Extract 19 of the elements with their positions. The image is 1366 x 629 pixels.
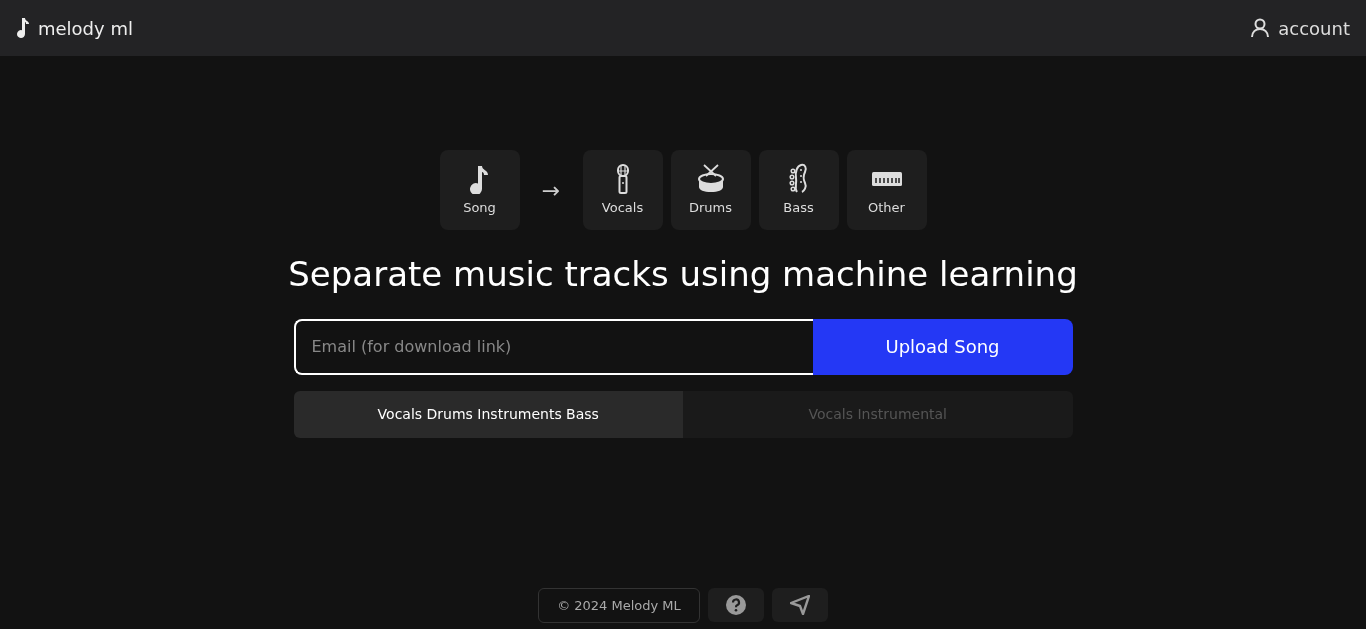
stem-label: Drums [689, 199, 732, 218]
copyright-text: © 2024 Melody ML [538, 587, 700, 623]
mode-tab[interactable]: Vocals Drums Instruments Bass [293, 390, 683, 438]
email-field[interactable]: Email (for download link) [293, 318, 813, 375]
paper-plane-icon [789, 594, 810, 615]
headline: Separate music tracks using machine learning [288, 254, 1078, 295]
stem-label: Other [868, 199, 905, 218]
help-icon [725, 594, 746, 615]
music-note-icon [16, 17, 30, 39]
account-link[interactable]: account [1250, 14, 1350, 42]
arrow: → [540, 176, 562, 205]
help-button[interactable] [707, 587, 764, 622]
stem-label: Bass [783, 199, 814, 218]
stem-label: Vocals [601, 199, 644, 218]
send-button[interactable] [771, 587, 828, 622]
user-icon [1250, 18, 1271, 38]
stem-label: Song [463, 199, 496, 218]
upload-song-button[interactable]: Upload Song [812, 318, 1073, 375]
brand-name[interactable]: melody ml [38, 14, 133, 42]
